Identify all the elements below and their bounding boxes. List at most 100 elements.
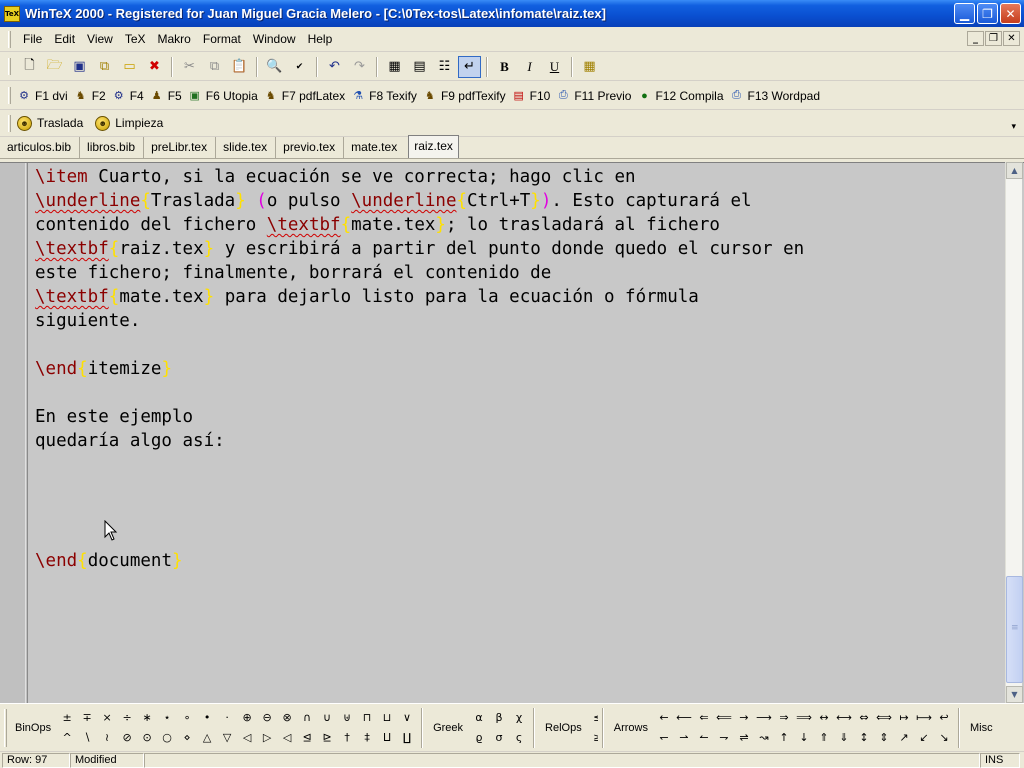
- relops-symbol-button[interactable]: ≥: [588, 728, 598, 748]
- cut-button[interactable]: ✂: [178, 56, 201, 78]
- f10-button[interactable]: ▤ F10: [512, 89, 550, 103]
- find-button[interactable]: 🔍: [263, 56, 286, 78]
- editor-line[interactable]: \item Cuarto, si la ecuación se ve corre…: [35, 165, 804, 189]
- tab-articulos-bib[interactable]: articulos.bib: [0, 137, 81, 158]
- arrows-symbol-button[interactable]: ⇁: [714, 728, 734, 748]
- scroll-up-button[interactable]: ▲: [1006, 162, 1023, 179]
- binops-symbol-button[interactable]: •: [197, 708, 217, 728]
- binops-symbol-button[interactable]: ∗: [137, 708, 157, 728]
- binops-symbol-button[interactable]: ⊘: [117, 728, 137, 748]
- restore-button[interactable]: ❐: [977, 3, 998, 24]
- save-button[interactable]: ▣: [68, 56, 91, 78]
- menu-view[interactable]: View: [81, 30, 119, 48]
- project-folder-button[interactable]: ▭: [118, 56, 141, 78]
- editor-line[interactable]: este fichero; finalmente, borrará el con…: [35, 261, 804, 285]
- tab-previo-tex[interactable]: previo.tex: [276, 137, 345, 158]
- structure-button[interactable]: ☷: [433, 56, 456, 78]
- greek-symbol-button[interactable]: ς: [509, 728, 529, 748]
- binops-symbol-button[interactable]: ⨿: [377, 728, 397, 748]
- binops-symbol-button[interactable]: ⊓: [357, 708, 377, 728]
- binops-symbol-button[interactable]: ⊙: [137, 728, 157, 748]
- binops-symbol-button[interactable]: ∖: [77, 728, 97, 748]
- binops-symbol-button[interactable]: ⊕: [237, 708, 257, 728]
- tab-slide-tex[interactable]: slide.tex: [216, 137, 277, 158]
- arrows-symbol-button[interactable]: ←: [654, 708, 674, 728]
- binops-symbol-button[interactable]: ×: [97, 708, 117, 728]
- binops-symbol-button[interactable]: ○: [157, 728, 177, 748]
- arrows-symbol-button[interactable]: ↕: [854, 728, 874, 748]
- greek-symbol-button[interactable]: ϱ: [469, 728, 489, 748]
- palette-grip[interactable]: [4, 708, 7, 747]
- menu-edit[interactable]: Edit: [48, 30, 81, 48]
- relops-symbol-button[interactable]: ≤: [588, 708, 598, 728]
- editor-line[interactable]: [35, 381, 804, 405]
- tab-mate-tex[interactable]: mate.tex: [344, 137, 405, 158]
- menu-tex[interactable]: TeX: [119, 30, 152, 48]
- scroll-thumb[interactable]: [1006, 576, 1023, 683]
- binops-symbol-button[interactable]: ∩: [297, 708, 317, 728]
- binops-symbol-button[interactable]: ∓: [77, 708, 97, 728]
- f11-previo-button[interactable]: ⎙ F11 Previo: [556, 89, 632, 103]
- minimize-button[interactable]: ▁: [954, 3, 975, 24]
- menu-window[interactable]: Window: [247, 30, 302, 48]
- arrows-symbol-button[interactable]: ⟶: [754, 708, 774, 728]
- arrows-symbol-button[interactable]: ⟷: [834, 708, 854, 728]
- bold-button[interactable]: B: [493, 56, 516, 78]
- binops-symbol-button[interactable]: ⋄: [177, 728, 197, 748]
- binops-symbol-button[interactable]: ≀: [97, 728, 117, 748]
- editor-line[interactable]: [35, 333, 804, 357]
- arrows-symbol-button[interactable]: ↔: [814, 708, 834, 728]
- menu-grip[interactable]: [8, 30, 11, 48]
- new-file-button[interactable]: 🗋: [18, 56, 41, 78]
- binops-symbol-button[interactable]: ⊎: [337, 708, 357, 728]
- spellcheck-button[interactable]: ✔: [288, 56, 311, 78]
- arrows-symbol-button[interactable]: ⇕: [874, 728, 894, 748]
- arrows-symbol-button[interactable]: →: [734, 708, 754, 728]
- close-button[interactable]: ✕: [1000, 3, 1021, 24]
- menu-format[interactable]: Format: [197, 30, 247, 48]
- wordwrap-toggle[interactable]: ↵: [458, 55, 481, 78]
- binops-symbol-button[interactable]: ◁: [277, 728, 297, 748]
- arrows-symbol-button[interactable]: ⇔: [854, 708, 874, 728]
- editor-line[interactable]: [35, 477, 804, 501]
- arrows-symbol-button[interactable]: ↘: [934, 728, 954, 748]
- arrows-symbol-button[interactable]: ⟹: [794, 708, 814, 728]
- editor-line[interactable]: [35, 525, 804, 549]
- editor-line[interactable]: [35, 453, 804, 477]
- arrows-symbol-button[interactable]: ⟵: [674, 708, 694, 728]
- greek-symbol-button[interactable]: β: [489, 708, 509, 728]
- editor-area[interactable]: \item Cuarto, si la ecuación se ve corre…: [0, 162, 1024, 704]
- editor-line[interactable]: siguiente.: [35, 309, 804, 333]
- binops-symbol-button[interactable]: ▷: [257, 728, 277, 748]
- template-button[interactable]: ▤: [408, 56, 431, 78]
- binops-symbol-button[interactable]: ⊔: [377, 708, 397, 728]
- f5-button[interactable]: ♟ F5: [150, 89, 182, 103]
- arrows-symbol-button[interactable]: ↓: [794, 728, 814, 748]
- arrows-symbol-button[interactable]: ↗: [894, 728, 914, 748]
- doc-restore-button[interactable]: ❐: [985, 31, 1002, 46]
- toolbar-grip[interactable]: [8, 58, 11, 75]
- binops-symbol-button[interactable]: ⊵: [317, 728, 337, 748]
- f8-texify-button[interactable]: ⚗ F8 Texify: [351, 89, 417, 103]
- redo-button[interactable]: ↷: [348, 56, 371, 78]
- menu-file[interactable]: File: [17, 30, 48, 48]
- save-all-button[interactable]: ⧉: [93, 56, 116, 78]
- f2-button[interactable]: ♞ F2: [74, 89, 106, 103]
- editor-line[interactable]: quedaría algo así:: [35, 429, 804, 453]
- binops-symbol-button[interactable]: ‡: [357, 728, 377, 748]
- arrows-symbol-button[interactable]: ⇌: [734, 728, 754, 748]
- arrows-symbol-button[interactable]: ↩: [934, 708, 954, 728]
- f4-button[interactable]: ⚙ F4: [112, 89, 144, 103]
- binops-symbol-button[interactable]: ∨: [397, 708, 417, 728]
- arrows-symbol-button[interactable]: ⟺: [874, 708, 894, 728]
- limpieza-button[interactable]: ☻ Limpieza: [95, 115, 163, 131]
- arrows-symbol-button[interactable]: ⟸: [714, 708, 734, 728]
- binops-symbol-button[interactable]: △: [197, 728, 217, 748]
- doc-minimize-button[interactable]: _: [967, 31, 984, 46]
- binops-symbol-button[interactable]: ⊴: [297, 728, 317, 748]
- undo-button[interactable]: ↶: [323, 56, 346, 78]
- binops-symbol-button[interactable]: ∐: [397, 728, 417, 748]
- binops-symbol-button[interactable]: ±: [57, 708, 77, 728]
- tab-libros-bib[interactable]: libros.bib: [80, 137, 145, 158]
- vertical-scrollbar[interactable]: ▲ ▼: [1005, 162, 1023, 703]
